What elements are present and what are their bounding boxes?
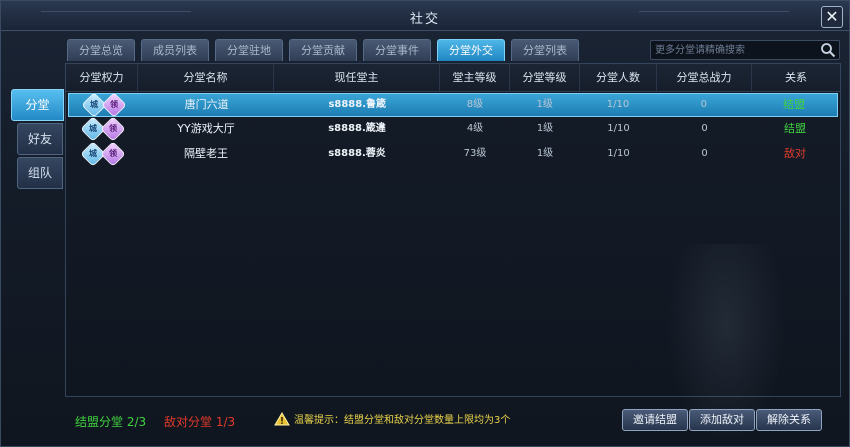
enemy-count: 敌对分堂 1/3 xyxy=(164,415,236,429)
lead-badge-icon: 领 xyxy=(100,141,126,167)
search-icon[interactable] xyxy=(820,42,836,58)
sidebar-item-branch[interactable]: 分堂 xyxy=(11,89,64,121)
title-ornament-right xyxy=(639,11,789,21)
leader-level: 4级 xyxy=(466,123,484,134)
leader-name: s8888.蓉炎 xyxy=(328,148,386,159)
close-icon: ✕ xyxy=(825,7,839,26)
tab-branch-diplomacy[interactable]: 分堂外交 xyxy=(437,39,505,61)
branch-name: YY游戏大厅 xyxy=(177,122,235,135)
relation-status: 结盟 xyxy=(783,98,806,111)
title-bar[interactable]: 社交 ✕ xyxy=(1,1,849,31)
branch-name: 唐门六道 xyxy=(184,98,229,111)
tab-branch-overview[interactable]: 分堂总览 xyxy=(67,39,135,61)
footer-bar: 结盟分堂 2/3 敌对分堂 1/3 温馨提示：结盟分堂和敌对分堂数量上限均为3个… xyxy=(1,401,849,447)
branch-level: 1级 xyxy=(536,99,553,110)
total-power: 0 xyxy=(700,99,707,110)
lead-badge-icon: 领 xyxy=(100,116,126,142)
branch-level: 1级 xyxy=(536,148,554,159)
sidebar-item-friends[interactable]: 好友 xyxy=(17,123,63,155)
invite-alliance-button[interactable]: 邀请结盟 xyxy=(622,409,688,431)
branch-power-badges: 城 领 xyxy=(68,141,138,167)
header-total-power: 分堂总战力 xyxy=(657,64,752,92)
member-count: 1/10 xyxy=(606,99,630,110)
leader-name: s8888.箴違 xyxy=(328,123,386,134)
relation-status: 结盟 xyxy=(784,122,806,135)
tab-bar: 分堂总览 成员列表 分堂驻地 分堂贡献 分堂事件 分堂外交 分堂列表 xyxy=(67,39,579,61)
leader-level: 8级 xyxy=(466,99,484,110)
tab-branch-events[interactable]: 分堂事件 xyxy=(363,39,431,61)
branch-name: 隔壁老王 xyxy=(184,147,228,160)
release-relation-button[interactable]: 解除关系 xyxy=(756,409,822,431)
total-power: 0 xyxy=(701,123,708,134)
tab-branch-station[interactable]: 分堂驻地 xyxy=(215,39,283,61)
table-row[interactable]: 城 领 YY游戏大厅 s8888.箴違 4级 1级 1/10 0 结盟 xyxy=(68,116,838,142)
social-window: 社交 ✕ 分堂总览 成员列表 分堂驻地 分堂贡献 分堂事件 分堂外交 分堂列表 … xyxy=(0,0,850,447)
leader-name: s8888.鲁箴 xyxy=(328,99,387,110)
header-branch-level: 分堂等级 xyxy=(510,64,580,92)
header-relation: 关系 xyxy=(785,71,807,84)
member-count: 1/10 xyxy=(607,148,630,159)
lead-badge-icon: 领 xyxy=(101,92,127,118)
header-branch-power: 分堂权力 xyxy=(66,64,138,92)
branch-level: 1级 xyxy=(536,123,554,134)
tab-member-list[interactable]: 成员列表 xyxy=(141,39,209,61)
branch-power-badges: 城 领 xyxy=(68,116,138,142)
tab-branch-list[interactable]: 分堂列表 xyxy=(511,39,579,61)
header-member-count: 分堂人数 xyxy=(580,64,657,92)
member-count: 1/10 xyxy=(607,123,630,134)
search-box xyxy=(650,40,840,60)
close-button[interactable]: ✕ xyxy=(821,6,843,28)
sidebar-item-team[interactable]: 组队 xyxy=(17,157,63,189)
add-enemy-button[interactable]: 添加敌对 xyxy=(689,409,755,431)
ally-count: 结盟分堂 2/3 xyxy=(75,415,147,429)
branch-power-badges: 城 领 xyxy=(69,92,139,118)
tip-message: 温馨提示：结盟分堂和敌对分堂数量上限均为3个 xyxy=(274,411,510,426)
table-header: 分堂权力 分堂名称 现任堂主 堂主等级 分堂等级 分堂人数 分堂总战力 关系 xyxy=(66,64,840,92)
header-leader-level: 堂主等级 xyxy=(440,64,510,92)
total-power: 0 xyxy=(701,148,708,159)
diplomacy-panel: 分堂权力 分堂名称 现任堂主 堂主等级 分堂等级 分堂人数 分堂总战力 关系 城… xyxy=(65,63,841,444)
header-current-leader: 现任堂主 xyxy=(274,64,440,92)
tab-branch-contribution[interactable]: 分堂贡献 xyxy=(289,39,357,61)
warning-icon xyxy=(274,411,290,425)
leader-level: 73级 xyxy=(463,148,487,159)
sidebar: 分堂 好友 组队 xyxy=(11,89,65,191)
table-row[interactable]: 城 领 隔壁老王 s8888.蓉炎 73级 1级 1/10 0 敌对 xyxy=(68,141,838,167)
tip-text: 温馨提示：结盟分堂和敌对分堂数量上限均为3个 xyxy=(294,415,511,426)
relation-status: 敌对 xyxy=(784,147,806,160)
search-input[interactable] xyxy=(655,42,815,58)
table-row[interactable]: 城 领 唐门六道 s8888.鲁箴 8级 1级 1/10 0 结盟 xyxy=(68,92,838,118)
header-branch-name: 分堂名称 xyxy=(138,64,274,92)
